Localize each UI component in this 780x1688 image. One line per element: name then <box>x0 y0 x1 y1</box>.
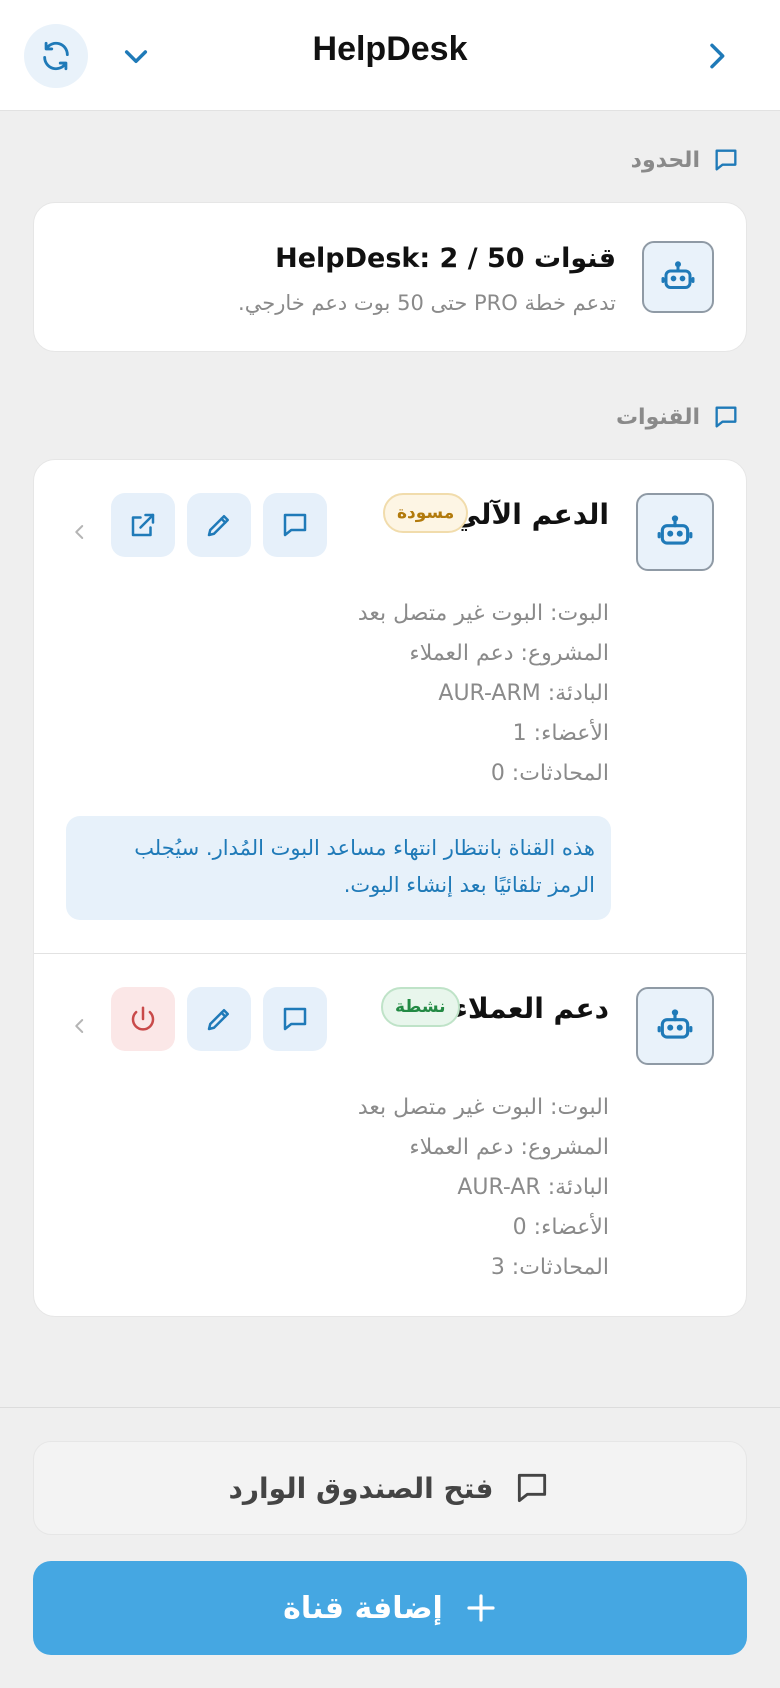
power-icon <box>131 1006 155 1031</box>
plus-icon <box>467 1594 495 1622</box>
external-link-icon <box>131 513 155 537</box>
top-app-bar: HelpDesk <box>0 0 780 111</box>
edit-button[interactable] <box>187 987 251 1051</box>
edit-button[interactable] <box>187 493 251 557</box>
status-badge-active: نشطة <box>381 987 460 1027</box>
open-external-button[interactable] <box>111 493 175 557</box>
edit-icon <box>207 515 229 537</box>
channel-details: البوت: البوت غير متصل بعد المشروع: دعم ا… <box>358 594 609 794</box>
channels-section-label: القنوات <box>616 403 740 431</box>
detail-prefix: البادئة: AUR-AR <box>457 1175 609 1200</box>
channel-name: دعم العملاء <box>453 992 609 1025</box>
disable-button[interactable] <box>111 987 175 1051</box>
chat-icon <box>715 406 737 428</box>
limits-subtitle: تدعم خطة PRO حتى 50 بوت دعم خارجي. <box>238 291 616 315</box>
bot-icon <box>661 261 695 289</box>
chevron-left-icon[interactable] <box>71 523 89 541</box>
detail-prefix: البادئة: AUR-ARM <box>438 681 609 706</box>
detail-members: الأعضاء: 0 <box>512 1215 609 1240</box>
edit-icon <box>207 1009 229 1031</box>
chevron-left-icon[interactable] <box>71 1017 89 1035</box>
status-badge-draft: مسودة <box>383 493 469 533</box>
channels-label-text: القنوات <box>615 404 700 430</box>
bot-icon <box>657 1009 693 1039</box>
detail-conversations: المحادثات: 3 <box>490 1255 609 1280</box>
footer-divider <box>0 1407 780 1408</box>
limits-title: قنوات HelpDesk: 2 / 50 <box>275 243 616 274</box>
notice-line-1: هذه القناة بانتظار انتهاء مساعد البوت ال… <box>134 836 595 860</box>
notice-line-2: الرمز تلقائيًا بعد إنشاء البوت. <box>343 873 595 897</box>
channel-bot-avatar <box>636 493 714 571</box>
detail-project: المشروع: دعم العملاء <box>409 641 609 666</box>
divider <box>34 953 746 954</box>
chat-button[interactable] <box>263 987 327 1051</box>
limits-card: قنوات HelpDesk: 2 / 50 تدعم خطة PRO حتى … <box>33 202 747 352</box>
channel-bot-avatar <box>636 987 714 1065</box>
open-inbox-label: فتح الصندوق الوارد <box>228 1471 494 1505</box>
channel-name: الدعم الآلي <box>452 498 609 531</box>
chat-button[interactable] <box>263 493 327 557</box>
add-channel-button[interactable]: إضافة قناة <box>33 1561 747 1655</box>
channels-card: الدعم الآلي مسودة البوت: البوت غير متصل … <box>33 459 747 1317</box>
limits-section-label: الحدود <box>631 146 740 174</box>
channel-details: البوت: البوت غير متصل بعد المشروع: دعم ا… <box>358 1088 609 1288</box>
chat-icon <box>715 149 737 171</box>
detail-project: المشروع: دعم العملاء <box>409 1135 609 1160</box>
bot-icon <box>657 515 693 545</box>
detail-bot: البوت: البوت غير متصل بعد <box>357 601 609 626</box>
chat-icon <box>518 1473 547 1503</box>
open-inbox-button[interactable]: فتح الصندوق الوارد <box>33 1441 747 1535</box>
pending-bot-notice: هذه القناة بانتظار انتهاء مساعد البوت ال… <box>66 816 611 920</box>
detail-bot: البوت: البوت غير متصل بعد <box>357 1095 609 1120</box>
chevron-right-icon[interactable] <box>700 40 732 72</box>
add-channel-label: إضافة قناة <box>283 1590 443 1626</box>
detail-members: الأعضاء: 1 <box>512 721 609 746</box>
limits-label-text: الحدود <box>630 147 700 173</box>
detail-conversations: المحادثات: 0 <box>490 761 609 786</box>
chat-icon <box>283 1007 307 1031</box>
page-title: HelpDesk <box>312 30 468 68</box>
chat-icon <box>283 513 307 537</box>
bot-avatar <box>642 241 714 313</box>
